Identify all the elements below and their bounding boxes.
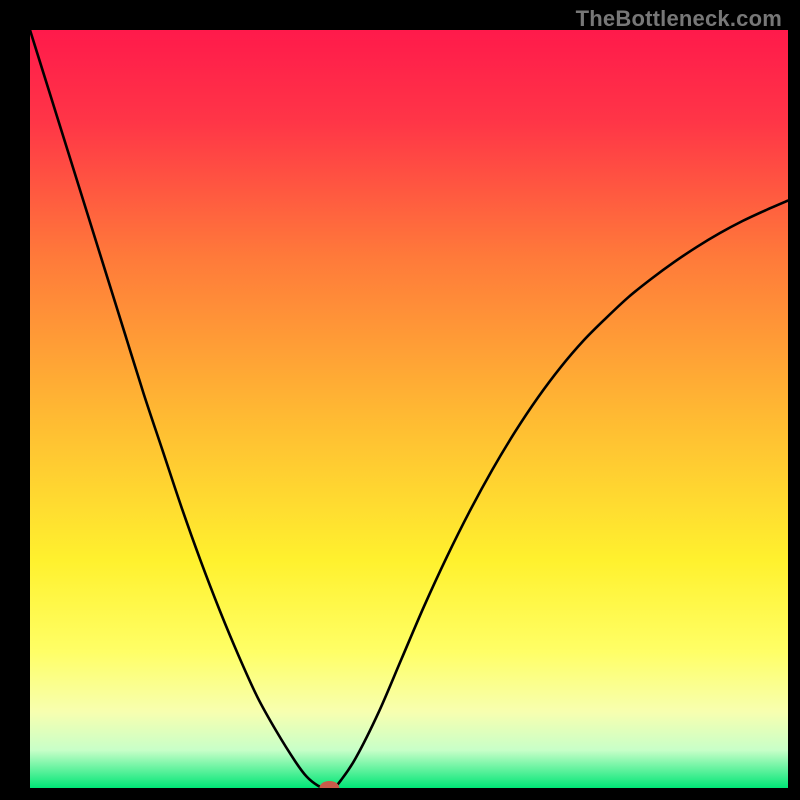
chart-svg — [0, 0, 800, 800]
watermark-text: TheBottleneck.com — [576, 6, 782, 32]
plot-background — [30, 30, 788, 788]
bottleneck-chart: TheBottleneck.com — [0, 0, 800, 800]
